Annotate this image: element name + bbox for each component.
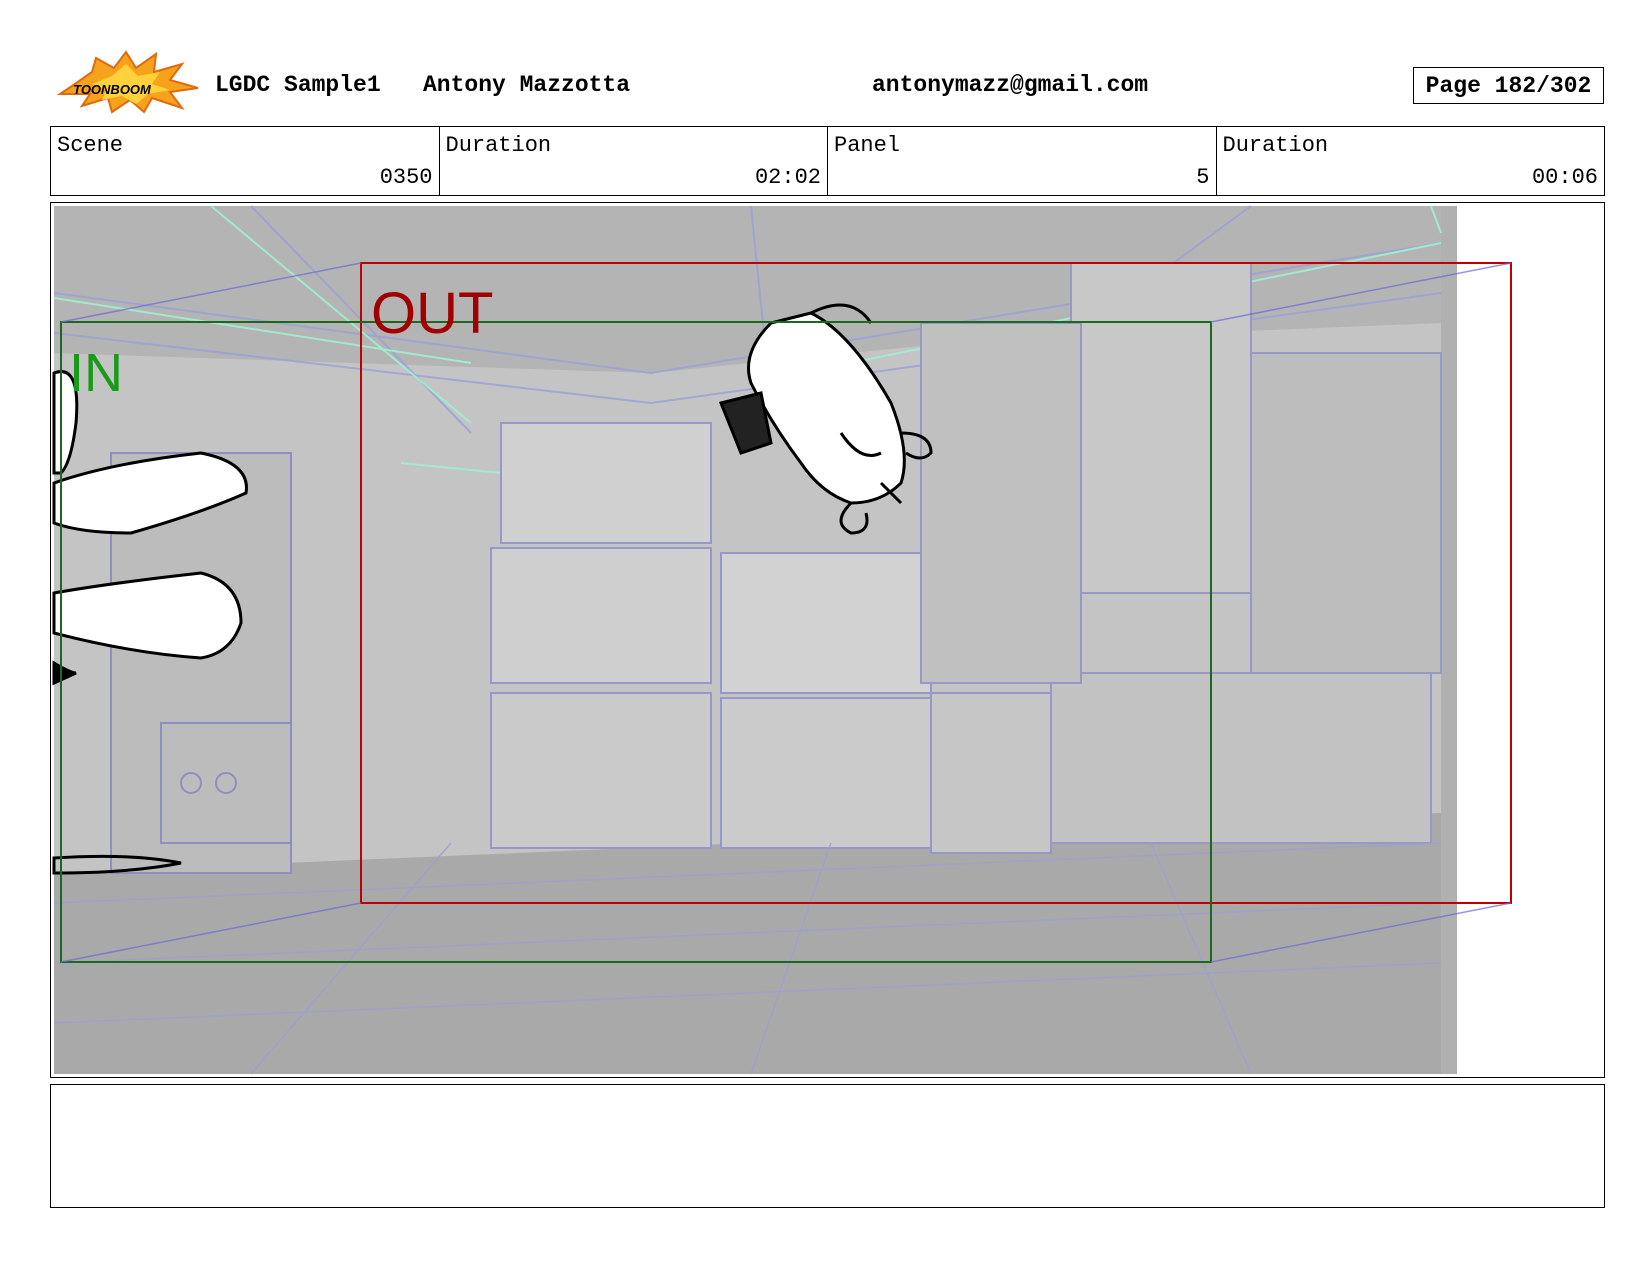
author-name: Antony Mazzotta: [423, 72, 631, 98]
panel-duration-label: Duration: [1222, 133, 1329, 158]
panel-label: Panel: [834, 133, 901, 158]
panel-drawing: OUT IN: [52, 205, 1512, 1075]
toonboom-logo: TOONBOOM: [52, 50, 200, 114]
scene-value: 0350: [379, 165, 433, 190]
panel-duration-value: 00:06: [1531, 165, 1598, 190]
notes-box: [50, 1084, 1605, 1208]
info-table: Scene 0350 Duration 02:02 Panel 5 Durati…: [50, 126, 1605, 196]
project-name: LGDC Sample1: [215, 72, 381, 98]
scene-duration-cell: Duration 02:02: [440, 127, 828, 195]
panel-value: 5: [1196, 165, 1210, 190]
out-label: OUT: [371, 281, 493, 346]
panel-duration-cell: Duration 00:06: [1217, 127, 1605, 195]
scene-duration-label: Duration: [445, 133, 552, 158]
in-label: IN: [69, 343, 123, 403]
scene-duration-value: 02:02: [754, 165, 821, 190]
scene-label: Scene: [57, 133, 124, 158]
author-email: antonymazz@gmail.com: [872, 72, 1149, 98]
logo-text: TOONBOOM: [73, 82, 152, 97]
page-number: Page 182/302: [1413, 67, 1604, 104]
storyboard-panel: OUT IN: [50, 202, 1605, 1078]
scene-cell: Scene 0350: [51, 127, 440, 195]
panel-cell: Panel 5: [828, 127, 1217, 195]
